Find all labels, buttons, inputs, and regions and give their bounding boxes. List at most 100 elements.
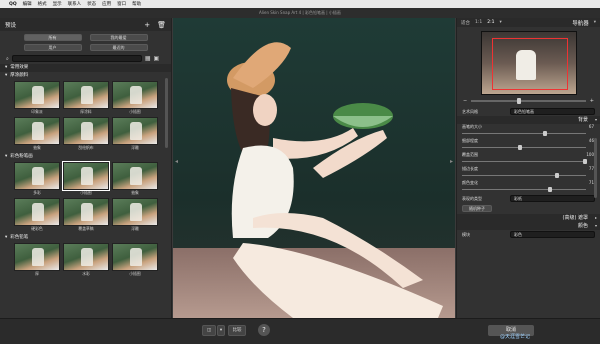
chevron-down-icon: ▾ [5, 235, 8, 240]
image-canvas[interactable]: ◂ ▸ [173, 18, 455, 318]
param-label: 颜色变化 [462, 180, 478, 185]
filter-user-button[interactable]: 用户 [23, 44, 82, 51]
paper-row: 表现的类型 彩纸 [457, 194, 600, 203]
zoom-fit-button[interactable]: 适合 [461, 20, 470, 26]
preset-thumb[interactable]: 厚涂料 [63, 81, 109, 115]
menu-item-contacts[interactable]: 联系人 [68, 1, 82, 7]
random-seed-button[interactable]: 随机种子 [462, 205, 492, 212]
right-collapse-handle[interactable]: ▸ [450, 158, 453, 165]
section-title: 颜色 [577, 223, 588, 229]
zoom-in-icon[interactable]: + [590, 98, 594, 104]
preset-label: 浮雕 [131, 226, 139, 231]
color-mode-label: 模块 [462, 231, 470, 237]
app-menu[interactable]: QQ [9, 2, 17, 7]
group-colored-pencil[interactable]: ▾ 彩色铅笔 [0, 234, 171, 241]
preset-preview [14, 117, 60, 145]
param-label: 覆盖范围 [462, 152, 478, 157]
menu-item-view[interactable]: 显示 [53, 1, 62, 7]
param-slider-track[interactable] [462, 133, 586, 134]
param-slider-knob[interactable] [547, 187, 552, 192]
section-title: 背景 [577, 117, 588, 123]
filter-favorites-button[interactable]: 我的最爱 [89, 34, 148, 41]
param-slider-knob[interactable] [517, 145, 522, 150]
preset-label: 覆盖草稿 [78, 226, 94, 231]
preset-thumb[interactable]: 刮绘帆布 [63, 117, 109, 151]
settings-scrollbar[interactable] [594, 138, 597, 198]
style-select[interactable]: 彩色铅笔画 [510, 108, 595, 115]
param-value[interactable]: 100 [586, 152, 594, 157]
chevron-down-icon[interactable]: ▾ [217, 325, 225, 336]
preset-thumb[interactable]: 小插图 [112, 243, 158, 277]
menu-item-help[interactable]: 帮助 [132, 1, 141, 7]
paper-label: 表现的类型 [462, 195, 482, 201]
help-button[interactable]: ? [258, 324, 270, 336]
zoom-1to1-button[interactable]: 1:1 [475, 20, 482, 25]
preset-thumb[interactable]: 浮雕 [112, 198, 158, 232]
compare-view-icon[interactable]: ◫ [202, 325, 216, 336]
watermark-text: @天涯雪芒记 [500, 334, 531, 340]
param-slider-track[interactable] [462, 161, 586, 162]
menu-item-window[interactable]: 窗口 [117, 1, 126, 7]
preset-thumb[interactable]: 厚 [14, 243, 60, 277]
filter-recent-button[interactable]: 最近的 [89, 44, 148, 51]
preset-thumb[interactable]: 硬彩色 [14, 198, 60, 232]
preset-thumb[interactable]: 抽象 [112, 162, 158, 196]
param-slider-track[interactable] [462, 175, 586, 176]
param-label: 画笔的大小 [462, 124, 482, 129]
preset-thumb-selected[interactable]: 小插图 [62, 161, 110, 196]
menu-item-apps[interactable]: 应用 [102, 1, 111, 7]
navigator-thumbnail[interactable] [480, 31, 577, 95]
preset-thumb[interactable]: 浮雕 [112, 117, 158, 151]
add-preset-icon[interactable]: + [144, 21, 150, 29]
chevron-right-icon: ▸ [594, 215, 597, 220]
preset-label: 多彩 [33, 190, 41, 195]
preset-thumb[interactable]: 多彩 [14, 162, 60, 196]
menu-item-format[interactable]: 格式 [38, 1, 47, 7]
preset-preview [63, 81, 109, 109]
preset-thumb[interactable]: 水彩 [63, 243, 109, 277]
preset-label: 厚 [35, 271, 39, 276]
param-slider-row: 覆盖范围 100 [457, 152, 600, 166]
navigator-viewport[interactable] [491, 38, 568, 90]
group-pastel[interactable]: ▾ 彩色粉笔画 [0, 153, 171, 160]
background-section-header[interactable]: 背景 ▾ [457, 116, 600, 124]
painting-preview [173, 18, 455, 318]
menu-item-status[interactable]: 状态 [87, 1, 96, 7]
filter-all-button[interactable]: 所有 [23, 34, 82, 41]
param-slider-track[interactable] [462, 147, 586, 148]
color-section-header[interactable]: 颜色 ▾ [457, 222, 600, 230]
preset-search-input[interactable] [11, 55, 142, 62]
color-mode-select[interactable]: 彩色 [510, 231, 595, 238]
paper-select[interactable]: 彩纸 [510, 195, 595, 202]
preset-label: 厚涂料 [80, 109, 92, 114]
left-collapse-handle[interactable]: ◂ [175, 158, 178, 165]
zoom-slider-knob[interactable] [517, 98, 522, 104]
chevron-down-icon[interactable]: ▾ [500, 20, 502, 25]
param-slider-knob[interactable] [583, 159, 587, 164]
preset-thumb[interactable]: 印象派 [14, 81, 60, 115]
settings-panel: 适合 1:1 2:1 ▾ 导航器 ▾ − + 艺术风格 彩色铅笔画 背景 ▾ 画… [456, 18, 600, 318]
preset-thumb[interactable]: 覆盖草稿 [63, 198, 109, 232]
trash-icon[interactable]: 🗑 [157, 21, 166, 29]
preset-label: 抽象 [131, 190, 139, 195]
compare-button[interactable]: 比较 [228, 325, 246, 336]
zoom-2to1-button[interactable]: 2:1 [487, 20, 494, 25]
zoom-slider[interactable] [471, 98, 586, 104]
preset-thumb[interactable]: 小插图 [112, 81, 158, 115]
advanced-mask-header[interactable]: (高级) 遮罩 ▸ [457, 214, 600, 222]
preset-preview [112, 162, 158, 190]
param-value[interactable]: 67 [589, 124, 594, 129]
grid-view-icon[interactable]: ▦ [145, 55, 151, 62]
zoom-out-icon[interactable]: − [463, 98, 467, 104]
menu-item-edit[interactable]: 编辑 [23, 1, 32, 7]
preset-thumb[interactable]: 抽象 [14, 117, 60, 151]
param-slider-knob[interactable] [543, 131, 548, 136]
large-grid-icon[interactable]: ▣ [153, 55, 159, 62]
group-impasto[interactable]: ▾ 厚涂颜料 [0, 72, 171, 79]
presets-scrollbar[interactable] [165, 78, 168, 148]
param-slider-knob[interactable] [555, 173, 560, 178]
param-slider-track[interactable] [462, 189, 586, 190]
category-common[interactable]: ▾ 常用效果 [0, 64, 171, 72]
chevron-down-icon[interactable]: ▾ [594, 20, 596, 25]
preset-preview [112, 81, 158, 109]
